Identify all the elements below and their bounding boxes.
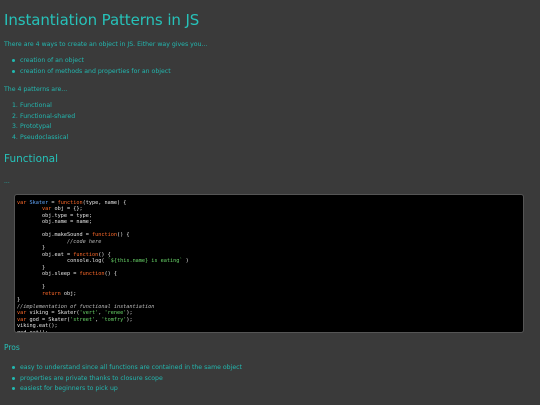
code-line: obj.type = type;	[17, 213, 92, 219]
code-token: obj.makeSound =	[17, 232, 92, 239]
code-token: }	[17, 245, 46, 252]
code-line: }	[17, 284, 45, 290]
code-token: Skater	[29, 200, 49, 206]
code-token: );	[126, 310, 133, 317]
code-line: var god = Skater('street', 'tomfry');	[17, 317, 133, 323]
section-heading: Functional	[4, 153, 59, 165]
code-token: }	[17, 284, 46, 291]
code-token: //code here	[66, 238, 102, 245]
code-token: function	[57, 200, 83, 206]
code-token: () {	[104, 271, 117, 278]
code-line: viking.eat();	[17, 323, 58, 329]
code-line: //code here	[17, 239, 101, 245]
code-token: () {	[98, 251, 111, 258]
pros-heading: Pros	[4, 343, 20, 352]
code-token: var	[17, 200, 30, 206]
code-token: obj.type = type;	[17, 212, 92, 219]
code-line: obj.name = name;	[17, 219, 92, 225]
code-token: god = Skater(	[26, 316, 71, 323]
list-item: creation of an object	[4, 56, 171, 67]
code-token: console.log(	[17, 258, 108, 265]
code-line: obj.makeSound = function() {	[17, 232, 129, 238]
document-page: Instantiation Patterns in JS There are 4…	[4, 0, 536, 405]
code-token: var	[42, 206, 52, 213]
list-item: creation of methods and properties for a…	[4, 67, 171, 78]
code-line: obj.eat = function() {	[17, 252, 111, 258]
code-line: god.eat();	[17, 329, 49, 333]
code-token: obj.eat =	[17, 251, 74, 258]
code-line: var Skater = function(type, name) {	[17, 200, 126, 206]
code-line: var obj = {};	[17, 206, 83, 212]
code-line: }	[17, 265, 45, 271]
code-token: viking.eat();	[17, 323, 58, 330]
code-line: console.log( `${this.name} is eating` )	[17, 258, 189, 264]
list-item: 1. Functional	[12, 102, 52, 109]
code-token: return	[42, 290, 61, 297]
code-token: );	[126, 316, 133, 323]
code-token: =	[48, 200, 58, 206]
code-token: function	[79, 271, 105, 278]
list-item: 3. Prototypal	[12, 123, 52, 130]
code-token: obj.name = name;	[17, 219, 92, 226]
code-text: var Skater = function(type, name) { var …	[17, 200, 521, 333]
code-token: }	[17, 264, 46, 271]
code-line: //implementation of functional instantia…	[17, 304, 154, 310]
intro-list: creation of an object creation of method…	[4, 56, 171, 77]
patterns-intro: The 4 patterns are...	[4, 86, 68, 93]
list-item: easiest for beginners to pick up	[4, 384, 242, 395]
code-token: obj;	[60, 290, 77, 297]
code-token: //implementation of functional instantia…	[17, 303, 155, 310]
code-token: (type, name) {	[82, 200, 127, 206]
code-token: () {	[116, 232, 130, 239]
code-token: function	[73, 251, 99, 258]
code-token: var	[17, 316, 27, 323]
code-token: }	[17, 297, 21, 304]
page-title: Instantiation Patterns in JS	[4, 11, 200, 29]
ellipsis-text: ...	[4, 178, 10, 185]
intro-paragraph: There are 4 ways to create an object in …	[4, 41, 208, 48]
code-line: }	[17, 245, 45, 251]
code-token: obj = {};	[51, 206, 83, 213]
code-token: `${this.name} is eating`	[107, 258, 183, 265]
list-item: properties are private thanks to closure…	[4, 374, 242, 385]
code-token: 'street'	[70, 316, 96, 323]
code-line: }	[17, 297, 20, 303]
code-line: var viking = Skater('vert', 'renee');	[17, 310, 133, 316]
code-token: viking = Skater(	[26, 310, 80, 317]
code-line: obj.sleep = function() {	[17, 271, 117, 277]
patterns-list: 1. Functional 2. Functional-shared 3. Proto…	[4, 101, 75, 143]
code-block: var Skater = function(type, name) { var …	[14, 194, 524, 333]
list-item: easy to understand since all functions a…	[4, 363, 242, 374]
code-line: return obj;	[17, 291, 76, 297]
list-item: 4. Pseudoclassical	[12, 133, 69, 141]
code-token: 'tomfry'	[101, 316, 127, 323]
code-token: 'vert'	[79, 310, 99, 317]
code-token: obj.sleep =	[17, 271, 80, 278]
code-token: 'renee'	[104, 310, 127, 317]
pros-list: easy to understand since all functions a…	[4, 363, 242, 395]
code-token: )	[182, 258, 189, 265]
code-token: function	[91, 232, 117, 239]
list-item: 2. Functional-shared	[12, 112, 76, 120]
code-token: var	[17, 310, 27, 317]
code-token: god.eat();	[17, 329, 49, 333]
